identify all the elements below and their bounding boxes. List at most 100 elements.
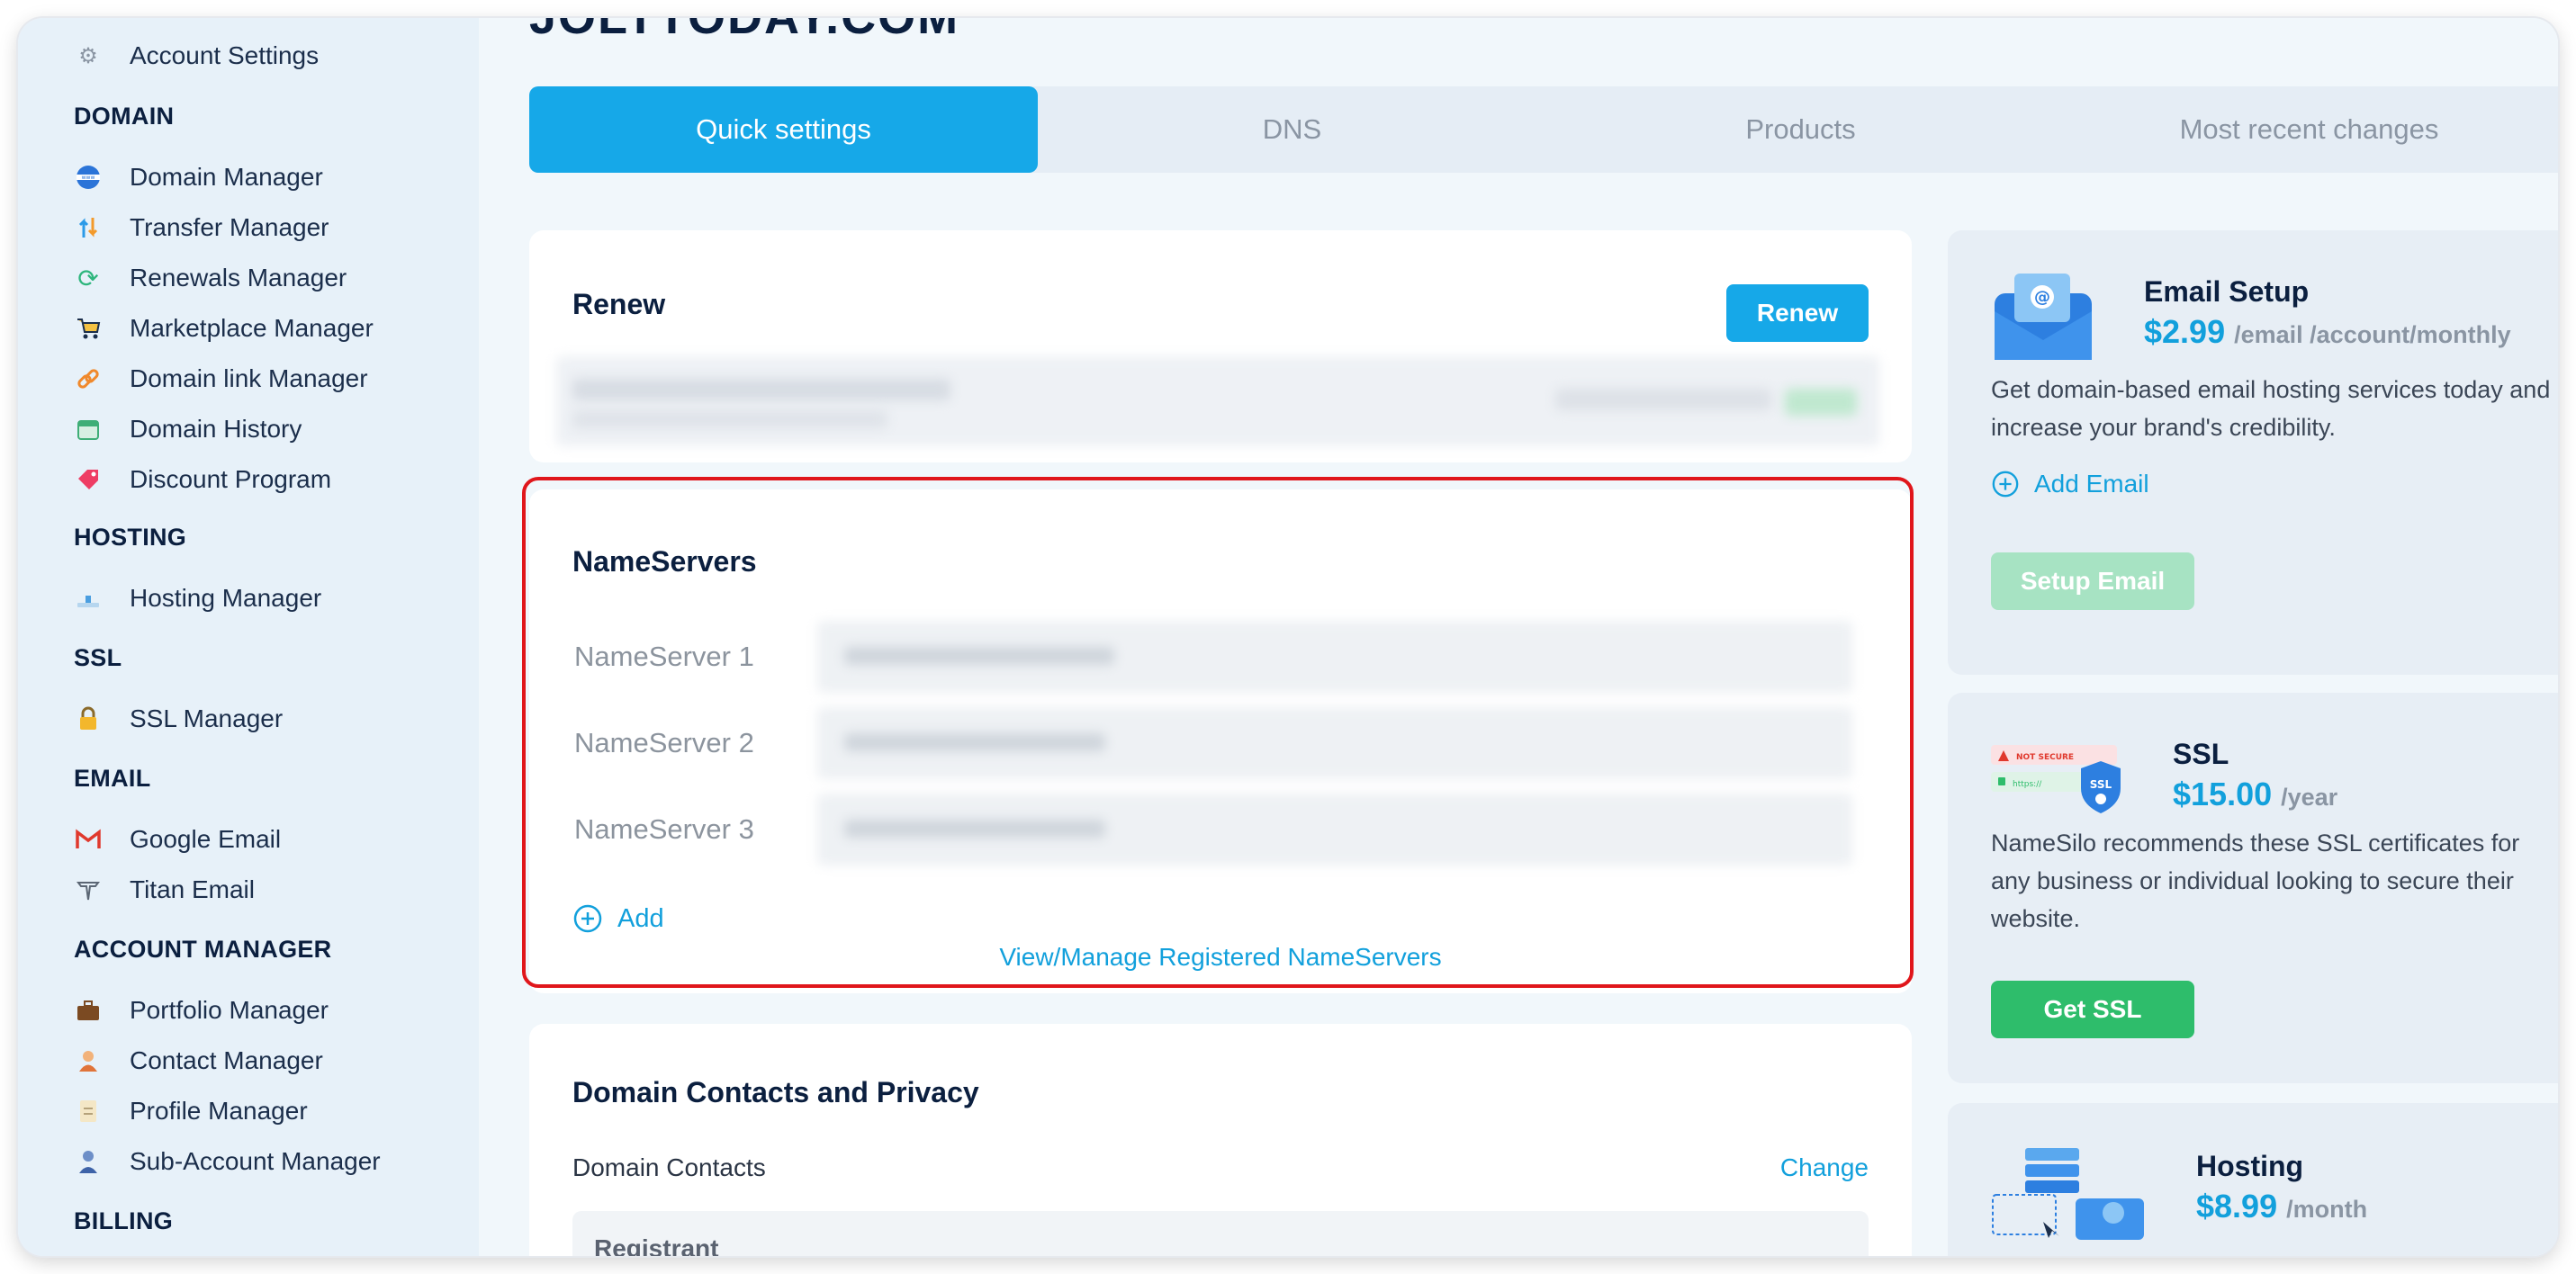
sidebar-item-label: Google Email bbox=[130, 825, 282, 853]
add-email-label: Add Email bbox=[2034, 470, 2149, 498]
sidebar-heading-account-manager: ACCOUNT MANAGER bbox=[74, 936, 332, 963]
sidebar-item-account-settings[interactable]: ⚙ Account Settings bbox=[74, 31, 319, 81]
hosting-title: Hosting bbox=[2196, 1150, 2304, 1182]
sidebar-item-profile-manager[interactable]: Profile Manager bbox=[74, 1086, 308, 1136]
renew-detail-blur bbox=[572, 379, 950, 400]
email-price-value: $2.99 bbox=[2144, 313, 2226, 350]
sidebar-item-label: Domain Manager bbox=[130, 163, 323, 191]
ssl-shield-text: SSL bbox=[2090, 778, 2112, 791]
registrant-label: Registrant bbox=[594, 1234, 719, 1256]
renew-card: Renew Renew bbox=[529, 230, 1912, 462]
sidebar-item-label: Titan Email bbox=[130, 875, 256, 903]
sidebar-item-label: Discount Program bbox=[130, 465, 332, 493]
ssl-certificate-icon: NOT SECURE https:// SSL bbox=[1991, 745, 2121, 813]
link-icon bbox=[74, 364, 103, 393]
sidebar-item-google-email[interactable]: Google Email bbox=[74, 814, 281, 865]
ssl-description: NameSilo recommends these SSL certificat… bbox=[1991, 830, 2520, 932]
sidebar-item-portfolio-manager[interactable]: Portfolio Manager bbox=[74, 985, 329, 1036]
hosting-price-unit: /month bbox=[2286, 1196, 2368, 1223]
domain-contacts-card: Domain Contacts and Privacy Domain Conta… bbox=[529, 1024, 1912, 1256]
email-setup-promo: @ Email Setup $2.99 /email /account/mont… bbox=[1948, 230, 2558, 675]
hosting-servers-icon bbox=[1992, 1148, 2144, 1240]
sidebar-item-domain-link-manager[interactable]: Domain link Manager bbox=[74, 354, 368, 404]
hosting-price: $8.99 /month bbox=[2196, 1188, 2367, 1225]
email-setup-title: Email Setup bbox=[2144, 275, 2310, 308]
app-window: ⚙ Account Settings DOMAIN www Domain Man… bbox=[18, 18, 2558, 1256]
sidebar-item-label: Transfer Manager bbox=[130, 213, 329, 241]
sidebar-item-label: SSL Manager bbox=[130, 704, 284, 732]
ssl-price: $15.00 /year bbox=[2173, 776, 2337, 813]
sidebar-item-domain-history[interactable]: Domain History bbox=[74, 404, 302, 454]
renew-detail-blur bbox=[1555, 389, 1771, 410]
sidebar-item-label: Contact Manager bbox=[130, 1046, 323, 1074]
profile-document-icon bbox=[74, 1097, 103, 1126]
sidebar-item-domain-manager[interactable]: www Domain Manager bbox=[74, 152, 323, 202]
email-setup-description: Get domain-based email hosting services … bbox=[1991, 371, 2558, 446]
change-contacts-link[interactable]: Change bbox=[1780, 1153, 1869, 1182]
plus-circle-icon bbox=[1992, 471, 2019, 498]
renew-title: Renew bbox=[572, 288, 666, 320]
sidebar-item-contact-manager[interactable]: Contact Manager bbox=[74, 1036, 323, 1086]
cart-icon bbox=[74, 314, 103, 343]
main-content: JOLTTODAY.COM Quick settings DNS Product… bbox=[479, 18, 2558, 1256]
sidebar-item-transfer-manager[interactable]: Transfer Manager bbox=[74, 202, 329, 253]
sidebar-item-label: Renewals Manager bbox=[130, 264, 347, 292]
user-icon bbox=[74, 1147, 103, 1176]
tag-icon bbox=[74, 465, 103, 494]
setup-email-button[interactable]: Setup Email bbox=[1991, 552, 2194, 610]
ssl-price-unit: /year bbox=[2281, 784, 2338, 811]
sidebar-heading-email: EMAIL bbox=[74, 765, 151, 792]
tab-bar: Quick settings DNS Products Most recent … bbox=[529, 86, 2558, 173]
server-icon bbox=[74, 584, 103, 613]
highlight-box bbox=[522, 477, 1914, 988]
gear-icon: ⚙ bbox=[78, 43, 98, 68]
gmail-icon bbox=[74, 825, 103, 854]
renew-detail-blur bbox=[572, 410, 887, 428]
sidebar-item-label: Hosting Manager bbox=[130, 584, 322, 612]
renew-status-blur bbox=[1785, 389, 1857, 416]
sidebar-item-renewals-manager[interactable]: ⟳ Renewals Manager bbox=[74, 253, 347, 303]
sidebar-item-marketplace-manager[interactable]: Marketplace Manager bbox=[74, 303, 374, 354]
sidebar-heading-domain: DOMAIN bbox=[74, 103, 175, 130]
sidebar-heading-hosting: HOSTING bbox=[74, 524, 187, 551]
sidebar-item-hosting-manager[interactable]: Hosting Manager bbox=[74, 573, 321, 624]
domain-contacts-title: Domain Contacts and Privacy bbox=[572, 1076, 979, 1108]
page-title: JOLTTODAY.COM bbox=[529, 18, 959, 45]
sidebar-heading-billing: BILLING bbox=[74, 1207, 174, 1234]
tab-dns[interactable]: DNS bbox=[1038, 86, 1546, 173]
briefcase-icon bbox=[74, 996, 103, 1025]
hosting-price-value: $8.99 bbox=[2196, 1188, 2278, 1225]
www-globe-icon: www bbox=[74, 163, 103, 192]
sidebar-item-ssl-manager[interactable]: SSL Manager bbox=[74, 694, 283, 744]
transfer-arrows-icon bbox=[74, 213, 103, 242]
svg-text:@: @ bbox=[2034, 288, 2050, 307]
svg-text:www: www bbox=[82, 175, 95, 181]
email-setup-price: $2.99 /email /account/monthly bbox=[2144, 313, 2511, 351]
get-ssl-button[interactable]: Get SSL bbox=[1991, 981, 2194, 1038]
calendar-icon bbox=[74, 415, 103, 444]
lock-icon bbox=[74, 704, 103, 733]
refresh-icon: ⟳ bbox=[77, 264, 99, 292]
email-setup-desc-text: Get domain-based email hosting services … bbox=[1991, 376, 2551, 441]
tab-most-recent-changes[interactable]: Most recent changes bbox=[2055, 86, 2558, 173]
sidebar-item-label: Sub-Account Manager bbox=[130, 1147, 381, 1175]
sidebar: ⚙ Account Settings DOMAIN www Domain Man… bbox=[18, 18, 479, 1256]
hosting-promo: Hosting $8.99 /month Free email, website… bbox=[1948, 1103, 2558, 1256]
sidebar-item-label: Domain link Manager bbox=[130, 364, 368, 392]
tab-quick-settings[interactable]: Quick settings bbox=[529, 86, 1038, 173]
sidebar-item-label: Account Settings bbox=[130, 41, 320, 69]
sidebar-heading-ssl: SSL bbox=[74, 644, 122, 671]
sidebar-item-titan-email[interactable]: Titan Email bbox=[74, 865, 255, 915]
registrant-panel: Registrant bbox=[572, 1211, 1869, 1256]
sidebar-item-sub-account-manager[interactable]: Sub-Account Manager bbox=[74, 1136, 381, 1187]
sidebar-item-label: Portfolio Manager bbox=[130, 996, 329, 1024]
sidebar-item-label: Domain History bbox=[130, 415, 302, 443]
hosting-description: Free email, website builder, and easy Wo… bbox=[1991, 1247, 2558, 1256]
tab-products[interactable]: Products bbox=[1546, 86, 2055, 173]
domain-contacts-subtitle: Domain Contacts bbox=[572, 1153, 766, 1181]
titan-icon bbox=[74, 875, 103, 904]
renew-button[interactable]: Renew bbox=[1726, 284, 1869, 342]
add-email-link[interactable]: Add Email bbox=[1991, 470, 2149, 498]
not-secure-text: NOT SECURE bbox=[2016, 753, 2074, 762]
sidebar-item-discount-program[interactable]: Discount Program bbox=[74, 454, 331, 505]
